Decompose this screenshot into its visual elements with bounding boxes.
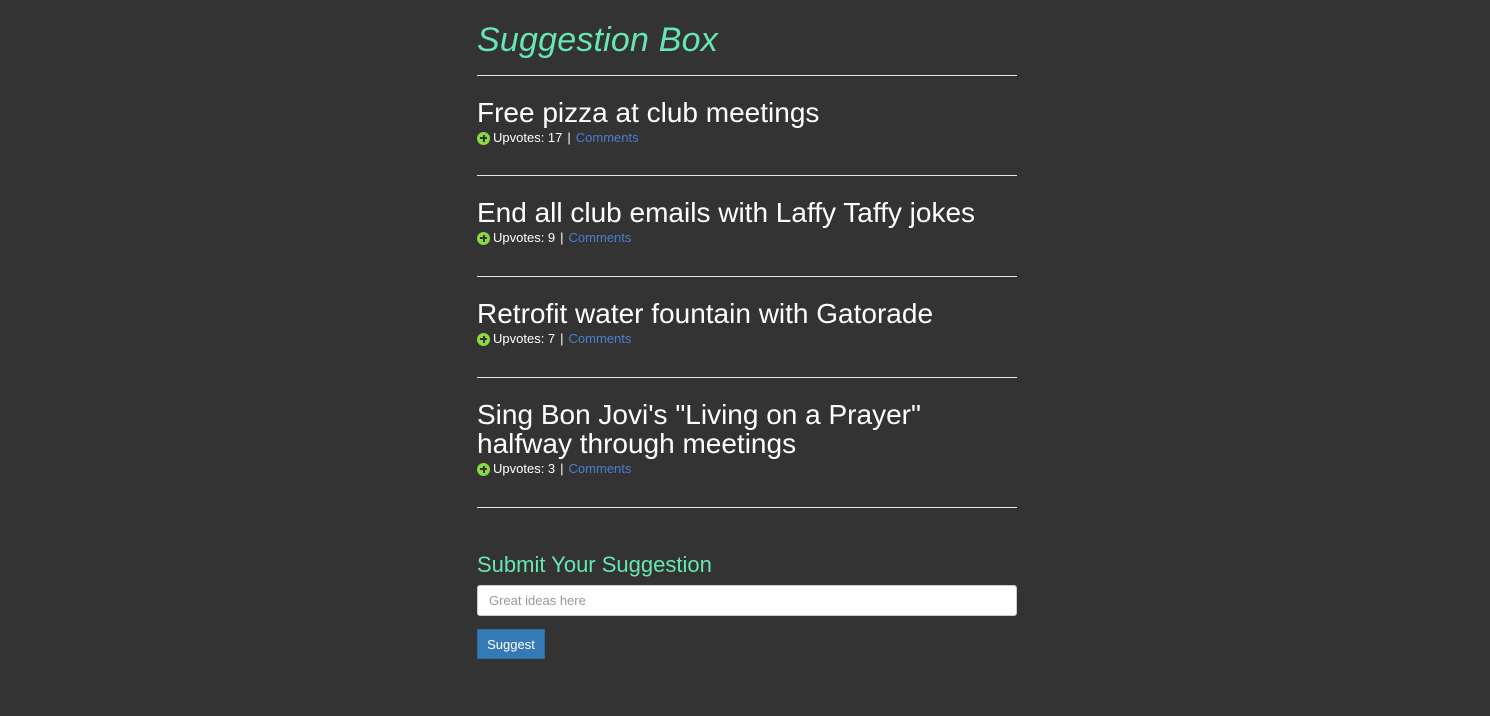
suggestion-item: Sing Bon Jovi's "Living on a Prayer" hal…: [477, 378, 1017, 507]
comments-link[interactable]: Comments: [576, 130, 639, 146]
submit-heading: Submit Your Suggestion: [477, 552, 712, 577]
suggestion-title: Sing Bon Jovi's "Living on a Prayer" hal…: [477, 399, 921, 459]
comments-link[interactable]: Comments: [569, 331, 632, 347]
suggestion-box-container: Suggestion Box Free pizza at club meetin…: [477, 0, 1017, 659]
suggestion-item: Retrofit water fountain with Gatorade Up…: [477, 277, 1017, 377]
meta-separator: |: [567, 130, 571, 145]
suggestion-title: Free pizza at club meetings: [477, 97, 820, 128]
upvote-count: Upvotes: 9: [493, 230, 556, 245]
suggestion-item: End all club emails with Laffy Taffy jok…: [477, 176, 1017, 276]
meta-separator: |: [560, 331, 564, 346]
plus-circle-icon[interactable]: [477, 231, 490, 245]
plus-circle-icon[interactable]: [477, 131, 490, 145]
upvote-count: Upvotes: 3: [493, 461, 556, 476]
suggestion-meta: Upvotes: 17 | Comments: [477, 130, 1017, 146]
page-title: Suggestion Box: [477, 21, 718, 59]
suggestion-input[interactable]: [477, 585, 1017, 616]
suggestion-meta: Upvotes: 3 | Comments: [477, 461, 1017, 477]
meta-separator: |: [560, 230, 564, 245]
submit-suggestion-form: Submit Your Suggestion Suggest: [477, 508, 1017, 659]
suggestion-meta: Upvotes: 7 | Comments: [477, 331, 1017, 347]
suggestion-item: Free pizza at club meetings Upvotes: 17 …: [477, 76, 1017, 175]
suggestion-title: End all club emails with Laffy Taffy jok…: [477, 197, 976, 228]
upvote-count: Upvotes: 17: [493, 130, 563, 145]
plus-circle-icon[interactable]: [477, 332, 490, 346]
upvote-count: Upvotes: 7: [493, 331, 556, 346]
comments-link[interactable]: Comments: [569, 230, 632, 246]
suggest-button[interactable]: Suggest: [477, 629, 545, 659]
suggestion-title: Retrofit water fountain with Gatorade: [477, 298, 934, 329]
plus-circle-icon[interactable]: [477, 462, 490, 476]
meta-separator: |: [560, 461, 564, 476]
suggestion-meta: Upvotes: 9 | Comments: [477, 230, 1017, 246]
comments-link[interactable]: Comments: [569, 461, 632, 477]
